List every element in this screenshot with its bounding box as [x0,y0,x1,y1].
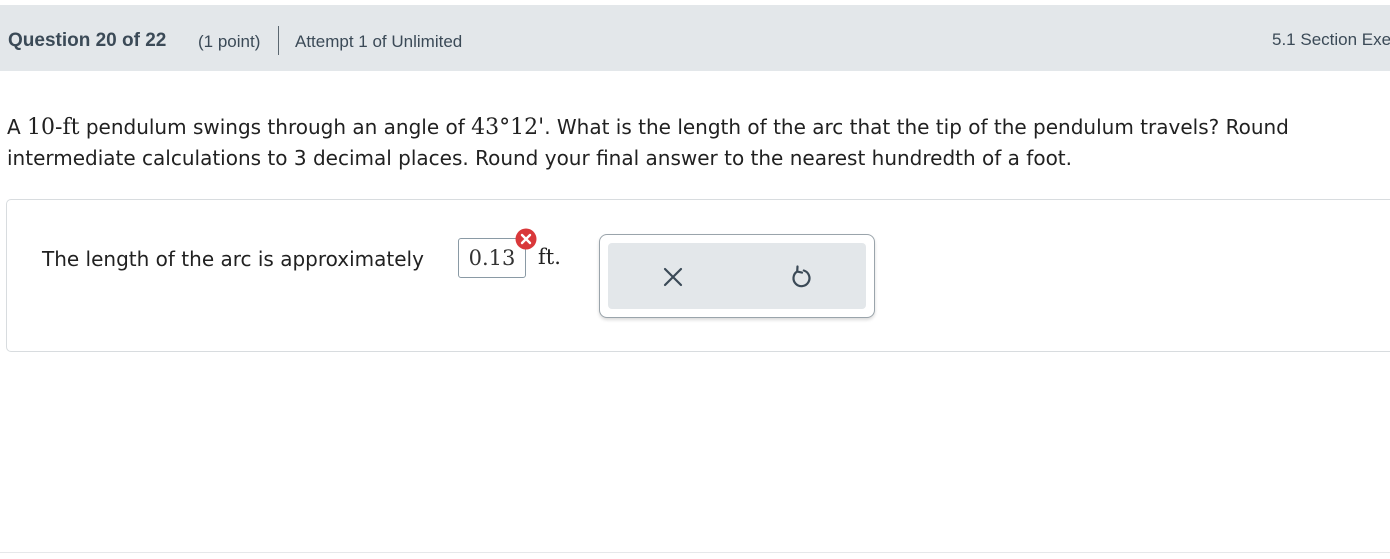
attempt-counter: Attempt 1 of Unlimited [295,32,463,51]
prompt-text-1: A [7,115,28,139]
swing-angle: 43°12' [471,115,545,140]
page-divider [0,552,1390,553]
header-divider [278,26,279,55]
question-prompt: A 10-ft pendulum swings through an angle… [7,112,1382,173]
answer-unit: ft. [538,245,561,269]
answer-label: The length of the arc is approximately [42,247,424,271]
prompt-text-2: pendulum swings through an angle of [79,115,472,139]
pendulum-length: 10-ft [27,115,80,140]
question-header: Question 20 of 22 (1 point) Attempt 1 of… [0,5,1390,71]
section-title: 5.1 Section Exercises [1272,30,1390,49]
question-number: Question 20 of 22 [8,30,167,51]
close-icon[interactable] [659,263,687,291]
answer-tools-bar [608,243,866,309]
answer-tools-panel [599,234,875,318]
undo-icon[interactable] [787,263,815,291]
incorrect-icon [515,228,537,250]
question-points: (1 point) [198,32,261,51]
